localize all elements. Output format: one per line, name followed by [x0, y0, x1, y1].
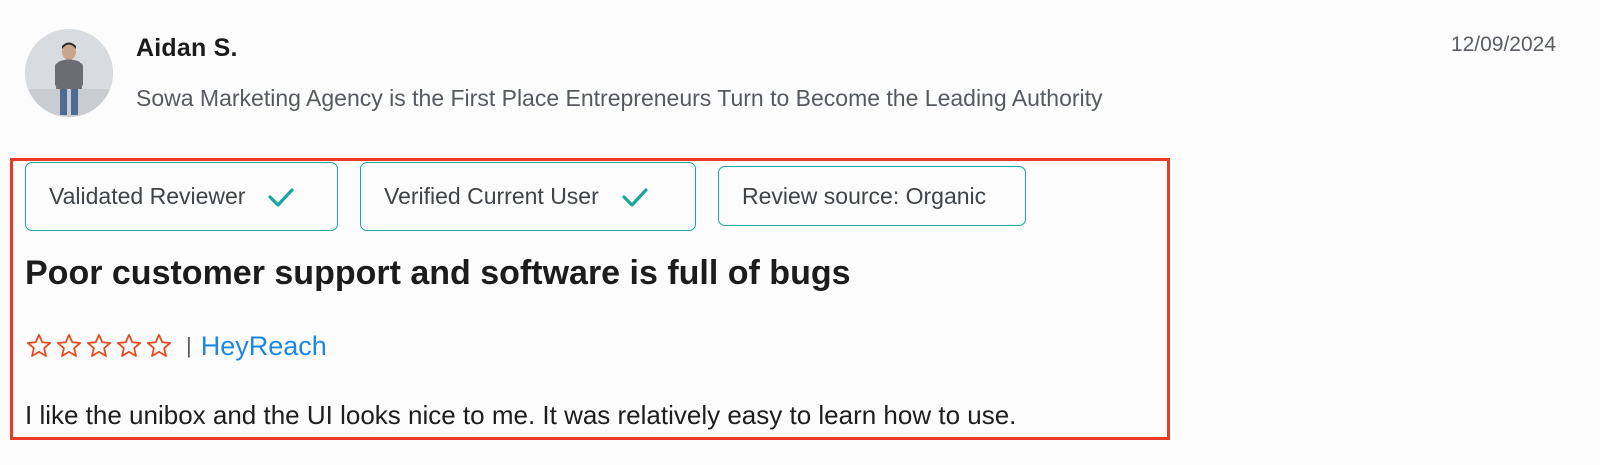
- rating-separator: |: [186, 333, 192, 358]
- check-icon: [621, 186, 649, 208]
- check-icon: [267, 186, 295, 208]
- star-outline-icon: [115, 332, 143, 360]
- review-date: 12/09/2024: [1450, 33, 1556, 56]
- star-outline-icon: [85, 332, 113, 360]
- review-body: I like the unibox and the UI looks nice …: [25, 400, 1017, 430]
- reviewer-name: Aidan S.: [136, 34, 238, 62]
- star-outline-icon: [25, 332, 53, 360]
- badge-review-source: Review source: Organic: [718, 166, 1026, 226]
- product-link[interactable]: HeyReach: [201, 331, 327, 362]
- review-title: Poor customer support and software is fu…: [25, 254, 851, 292]
- badge-label: Review source: Organic: [742, 182, 987, 209]
- badge-verified-current-user: Verified Current User: [360, 162, 696, 231]
- review-card: Aidan S. Sowa Marketing Agency is the Fi…: [0, 0, 1600, 465]
- star-outline-icon: [145, 332, 173, 360]
- reviewer-company: Sowa Marketing Agency is the First Place…: [136, 85, 1103, 111]
- badge-label: Validated Reviewer: [49, 183, 246, 209]
- badge-validated-reviewer: Validated Reviewer: [25, 162, 338, 231]
- star-rating: [25, 332, 173, 360]
- badge-label: Verified Current User: [384, 183, 599, 209]
- avatar[interactable]: [25, 29, 113, 117]
- star-outline-icon: [55, 332, 83, 360]
- rating-row: | HeyReach: [25, 329, 327, 363]
